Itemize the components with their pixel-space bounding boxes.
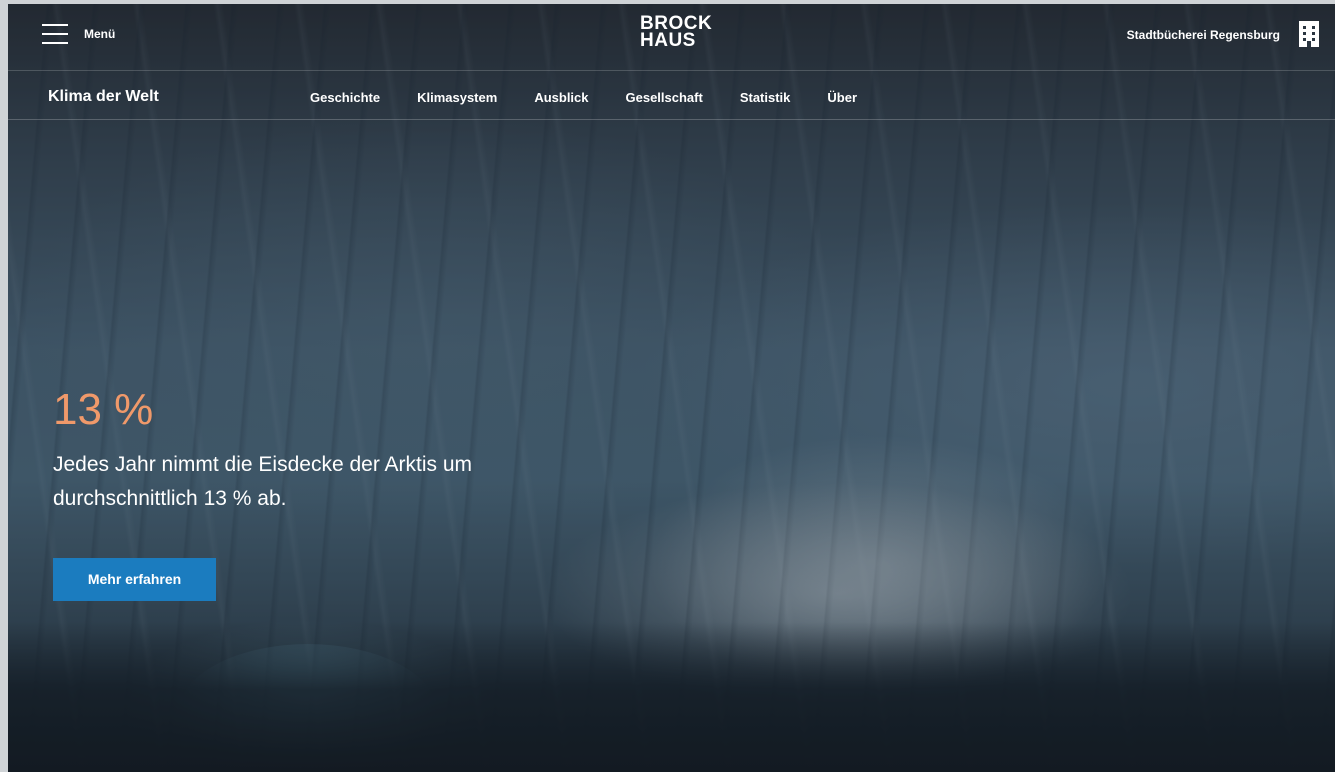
nav-item-geschichte[interactable]: Geschichte <box>310 90 380 105</box>
page: Menü BROCK HAUS Stadtbücherei Regensburg… <box>8 4 1335 772</box>
nav-item-klimasystem[interactable]: Klimasystem <box>417 90 497 105</box>
nav-item-gesellschaft[interactable]: Gesellschaft <box>626 90 703 105</box>
library-name[interactable]: Stadtbücherei Regensburg <box>1127 28 1280 42</box>
section-nav: Klima der Welt Geschichte Klimasystem Au… <box>8 71 1335 120</box>
learn-more-button[interactable]: Mehr erfahren <box>53 558 216 601</box>
top-bar: Menü BROCK HAUS Stadtbücherei Regensburg <box>8 4 1335 71</box>
nav-item-ueber[interactable]: Über <box>827 90 857 105</box>
menu-button[interactable]: Menü <box>42 24 115 44</box>
brockhaus-logo[interactable]: BROCK HAUS <box>640 14 712 51</box>
nav-item-ausblick[interactable]: Ausblick <box>534 90 588 105</box>
hero-statistic: 13 % <box>53 385 154 434</box>
section-nav-items: Geschichte Klimasystem Ausblick Gesellsc… <box>310 90 857 105</box>
library-building-icon[interactable] <box>1299 21 1319 47</box>
logo-line-2: HAUS <box>640 30 696 51</box>
section-title[interactable]: Klima der Welt <box>48 88 159 106</box>
hero-text: Jedes Jahr nimmt die Eisdecke der Arktis… <box>53 453 472 510</box>
hero-section: 13 % Jedes Jahr nimmt die Eisdecke der A… <box>53 384 653 601</box>
nav-item-statistik[interactable]: Statistik <box>740 90 791 105</box>
menu-label: Menü <box>84 27 116 41</box>
hamburger-icon <box>42 24 68 44</box>
